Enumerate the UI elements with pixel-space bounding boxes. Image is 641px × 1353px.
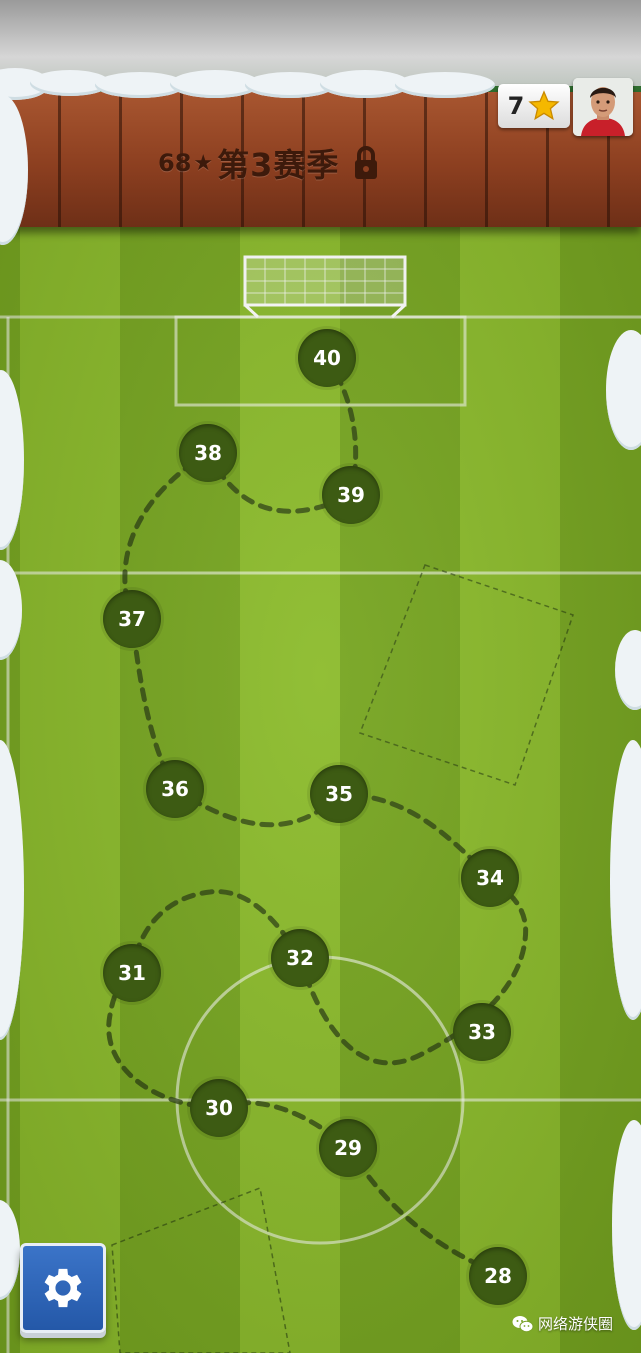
star-icon: ★ bbox=[193, 150, 214, 176]
level-node-32[interactable]: 32 bbox=[271, 929, 329, 987]
player-avatar[interactable] bbox=[573, 78, 633, 136]
season-stars-count: 68 bbox=[158, 149, 192, 177]
level-node-40[interactable]: 40 bbox=[298, 329, 356, 387]
watermark: 网络游侠圈 bbox=[512, 1313, 613, 1334]
level-node-29[interactable]: 29 bbox=[319, 1119, 377, 1177]
level-node-33[interactable]: 33 bbox=[453, 1003, 511, 1061]
level-node-31[interactable]: 31 bbox=[103, 944, 161, 1002]
star-icon bbox=[528, 90, 560, 121]
level-node-28[interactable]: 28 bbox=[469, 1247, 527, 1305]
season-title-row: 68 ★ 第3赛季 bbox=[158, 140, 379, 186]
goal-net-icon bbox=[243, 255, 407, 319]
watermark-text: 网络游侠圈 bbox=[538, 1315, 614, 1333]
settings-button[interactable] bbox=[20, 1243, 106, 1333]
star-counter[interactable]: 7 bbox=[498, 84, 570, 128]
lock-icon bbox=[353, 145, 379, 181]
level-node-36[interactable]: 36 bbox=[146, 760, 204, 818]
level-node-37[interactable]: 37 bbox=[103, 590, 161, 648]
level-node-35[interactable]: 35 bbox=[310, 765, 368, 823]
cloud bbox=[395, 72, 495, 98]
level-node-30[interactable]: 30 bbox=[190, 1079, 248, 1137]
wechat-icon bbox=[512, 1315, 534, 1332]
gear-icon bbox=[44, 1268, 82, 1308]
star-counter-value: 7 bbox=[507, 92, 525, 120]
level-node-34[interactable]: 34 bbox=[461, 849, 519, 907]
season-title: 第3赛季 bbox=[217, 146, 340, 184]
level-node-38[interactable]: 38 bbox=[179, 424, 237, 482]
level-map-screen: 68 ★ 第3赛季 7 28 29 30 31 32 33 34 35 36 3… bbox=[0, 0, 641, 1353]
level-node-39[interactable]: 39 bbox=[322, 466, 380, 524]
